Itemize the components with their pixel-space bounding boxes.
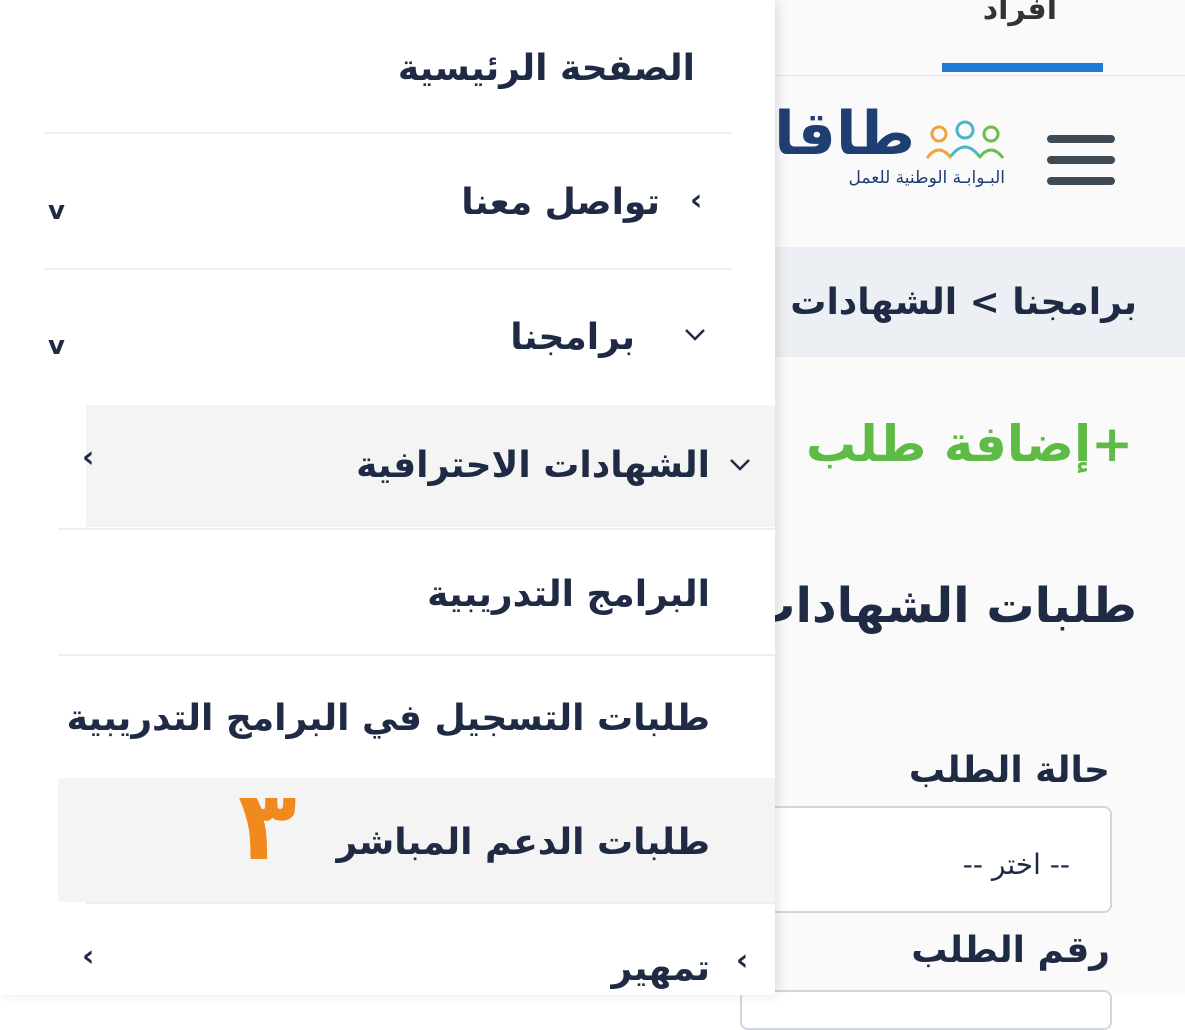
add-request-button[interactable]: +إضافة طلب [806, 415, 1133, 473]
divider [86, 902, 775, 904]
menu-item-label: برامجنا [510, 317, 635, 358]
active-tab-indicator [942, 63, 1103, 72]
divider [44, 132, 732, 134]
menu-item-label: تواصل معنا [461, 182, 660, 223]
hamburger-icon[interactable] [1047, 135, 1115, 185]
chevron-down-icon [730, 459, 750, 471]
menu-item-label: طلبات الدعم المباشر [336, 822, 710, 863]
menu-item-contact[interactable]: تواصل معنا ‹ v [0, 140, 775, 265]
people-logo-icon [925, 120, 1005, 159]
status-label: حالة الطلب [908, 750, 1110, 791]
menu-item-training-programs[interactable]: البرامج التدريبية [58, 532, 775, 654]
menu-item-home[interactable]: الصفحة الرئيسية [0, 30, 775, 120]
status-select-value: -- اختر -- [962, 848, 1070, 881]
menu-item-tamheer[interactable]: تمهير ‹ ‹ [58, 906, 775, 995]
chevron-left-icon[interactable]: ‹ [82, 942, 94, 972]
step-annotation: ٣ [238, 770, 297, 882]
menu-item-direct-support[interactable]: طلبات الدعم المباشر [58, 778, 775, 902]
menu-item-certifications[interactable]: الشهادات الاحترافية ‹ [82, 405, 775, 527]
request-number-input[interactable] [740, 990, 1112, 1030]
header-divider [775, 75, 1185, 76]
chevron-down-icon[interactable]: v [48, 333, 65, 359]
menu-item-label: تمهير [611, 948, 710, 989]
chevron-left-icon: ‹ [690, 183, 703, 218]
logo-subtitle: البـوابـة الوطنية للعمل [848, 168, 1005, 188]
chevron-down-icon[interactable]: v [48, 198, 65, 224]
request-number-label: رقم الطلب [911, 930, 1110, 971]
menu-item-label: طلبات التسجيل في البرامج التدريبية [66, 698, 710, 739]
menu-item-programs[interactable]: برامجنا v [0, 275, 775, 400]
page-title: طلبات الشهادات [747, 578, 1137, 634]
chevron-left-icon[interactable]: ‹ [82, 443, 94, 473]
divider [58, 654, 775, 656]
divider [58, 528, 775, 530]
side-menu: الصفحة الرئيسية تواصل معنا ‹ v برامجنا v… [0, 0, 775, 995]
menu-item-label: البرامج التدريبية [427, 574, 710, 615]
tab-individuals[interactable]: أفراد [983, 0, 1057, 27]
menu-item-label: الصفحة الرئيسية [397, 48, 695, 89]
menu-item-label: الشهادات الاحترافية [356, 445, 710, 486]
chevron-down-icon [685, 329, 705, 341]
menu-item-training-registration[interactable]: طلبات التسجيل في البرامج التدريبية [58, 658, 775, 778]
chevron-left-icon: ‹ [736, 943, 749, 978]
divider [44, 268, 732, 270]
